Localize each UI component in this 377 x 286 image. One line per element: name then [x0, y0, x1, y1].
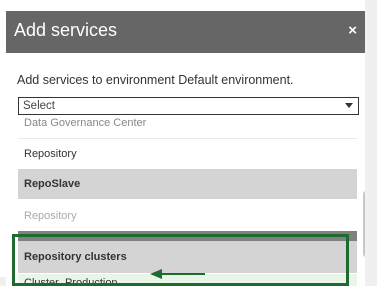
caret-down-icon[interactable]	[345, 103, 353, 108]
background-panel-right	[365, 0, 377, 286]
dialog-header: Add services ×	[6, 11, 365, 53]
dropdown-scrollbar[interactable]	[363, 191, 365, 257]
group-header-reposlave: RepoSlave	[18, 169, 357, 199]
list-item-repository-disabled: Repository	[24, 210, 77, 222]
dialog-description: Add services to environment Default envi…	[17, 73, 294, 87]
close-icon[interactable]: ×	[348, 22, 357, 39]
list-item-partial[interactable]: Data Governance Center	[18, 115, 357, 133]
arrow-left-icon	[150, 269, 205, 279]
list-item-repository[interactable]: Repository	[18, 138, 357, 168]
select-value: Select	[23, 100, 55, 112]
service-select[interactable]: Select	[18, 97, 359, 115]
dialog-title: Add services	[14, 20, 118, 40]
